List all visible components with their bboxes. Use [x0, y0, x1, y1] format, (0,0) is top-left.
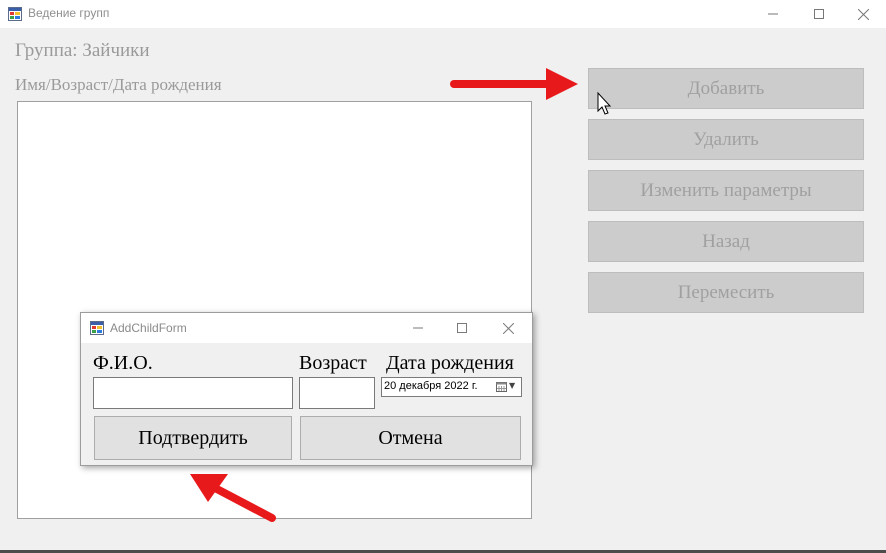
- fio-field[interactable]: [93, 377, 293, 409]
- window-title: Ведение групп: [28, 6, 110, 20]
- dialog-title-bar: AddChildForm: [81, 313, 532, 343]
- age-field[interactable]: [299, 377, 375, 409]
- calendar-icon: [496, 382, 507, 392]
- dob-label: Дата рождения: [386, 352, 514, 374]
- cancel-button[interactable]: Отмена: [300, 416, 521, 460]
- add-child-dialog: AddChildForm Ф.И.О. Возраст Дата рождени…: [80, 312, 533, 466]
- move-button[interactable]: Перемесить: [588, 272, 864, 313]
- app-form-icon: [90, 321, 104, 335]
- dialog-close-button[interactable]: [488, 314, 528, 342]
- dialog-title: AddChildForm: [110, 321, 187, 335]
- dob-date-picker[interactable]: 20 декабря 2022 г. ▼: [381, 377, 522, 397]
- minimize-button[interactable]: [750, 0, 796, 28]
- dialog-maximize-button[interactable]: [442, 314, 482, 342]
- fio-label: Ф.И.О.: [93, 352, 153, 374]
- delete-button[interactable]: Удалить: [588, 119, 864, 160]
- dob-value: 20 декабря 2022 г.: [384, 380, 478, 392]
- back-button[interactable]: Назад: [588, 221, 864, 262]
- close-icon: [857, 8, 869, 20]
- add-button[interactable]: Добавить: [588, 68, 864, 109]
- edit-params-button[interactable]: Изменить параметры: [588, 170, 864, 211]
- arrow-right-icon: [450, 68, 578, 100]
- dialog-minimize-button[interactable]: [398, 314, 438, 342]
- confirm-button[interactable]: Подтвердить: [94, 416, 292, 460]
- maximize-button[interactable]: [796, 0, 842, 28]
- close-button[interactable]: [840, 0, 886, 28]
- minimize-icon: [413, 327, 423, 329]
- maximize-icon: [457, 323, 467, 333]
- close-icon: [502, 322, 514, 334]
- maximize-icon: [814, 9, 824, 19]
- age-label: Возраст: [299, 352, 367, 374]
- title-bar: Ведение групп: [0, 0, 886, 28]
- app-form-icon: [8, 7, 22, 21]
- group-label: Группа: Зайчики: [15, 40, 150, 61]
- minimize-icon: [768, 13, 778, 15]
- chevron-down-icon: ▼: [509, 381, 516, 390]
- columns-label: Имя/Возраст/Дата рождения: [15, 75, 222, 94]
